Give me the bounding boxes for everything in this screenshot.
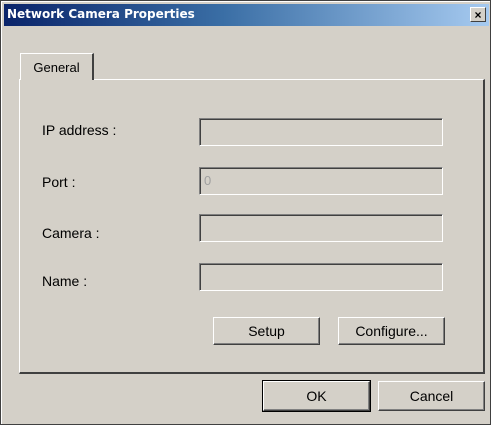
ip-address-label: IP address : bbox=[42, 122, 117, 138]
camera-field[interactable] bbox=[199, 214, 443, 242]
title-bar: Network Camera Properties × bbox=[4, 4, 489, 26]
configure-button-label: Configure... bbox=[355, 323, 428, 339]
tab-general-label: General bbox=[33, 59, 80, 75]
name-field[interactable] bbox=[199, 263, 443, 291]
network-camera-properties-dialog: Network Camera Properties × General IP a… bbox=[0, 0, 491, 425]
ok-button-label: OK bbox=[306, 388, 327, 404]
setup-button[interactable]: Setup bbox=[213, 317, 320, 345]
camera-label: Camera : bbox=[42, 225, 100, 241]
cancel-button[interactable]: Cancel bbox=[378, 381, 485, 411]
tab-general[interactable]: General bbox=[20, 53, 94, 80]
configure-button[interactable]: Configure... bbox=[338, 317, 445, 345]
ip-address-field[interactable] bbox=[199, 118, 443, 146]
close-button[interactable]: × bbox=[470, 7, 486, 22]
name-label: Name : bbox=[42, 273, 88, 289]
cancel-button-label: Cancel bbox=[409, 388, 454, 404]
port-field[interactable]: 0 bbox=[199, 167, 443, 195]
ok-button[interactable]: OK bbox=[262, 380, 371, 412]
window-title: Network Camera Properties bbox=[7, 7, 195, 21]
close-icon: × bbox=[474, 7, 482, 22]
port-label: Port : bbox=[42, 174, 76, 190]
setup-button-label: Setup bbox=[248, 323, 285, 339]
